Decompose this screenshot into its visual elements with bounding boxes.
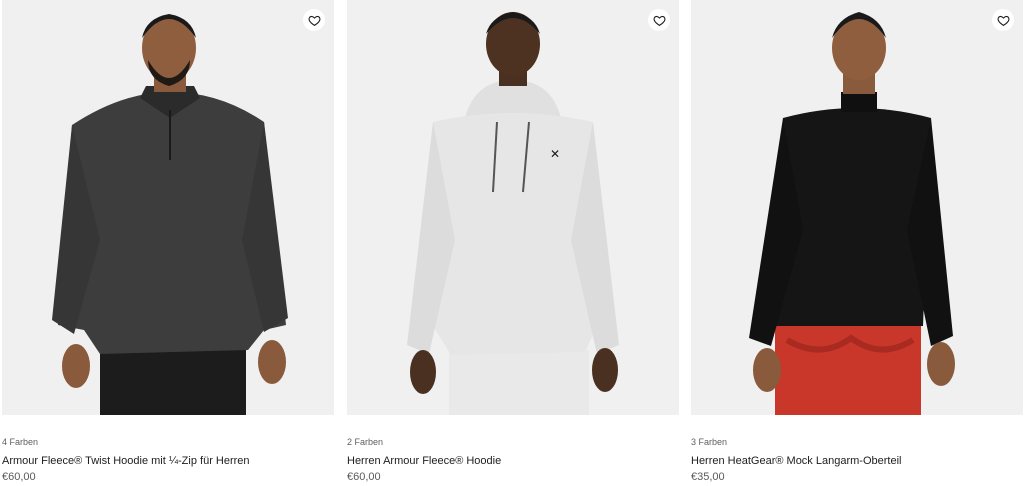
heart-icon bbox=[307, 15, 321, 26]
product-price: €60,00 bbox=[347, 471, 381, 483]
product-photo-quarter-zip-hoodie bbox=[2, 0, 334, 415]
product-photo-mock-longsleeve bbox=[691, 0, 1023, 415]
color-count: 3 Farben bbox=[691, 437, 728, 447]
product-photo-fleece-hoodie: ✕ bbox=[347, 0, 679, 415]
product-title[interactable]: Herren Armour Fleece® Hoodie bbox=[347, 454, 679, 468]
product-title[interactable]: Herren HeatGear® Mock Langarm-Oberteil bbox=[691, 454, 1023, 468]
product-image[interactable]: ✕ bbox=[347, 0, 679, 415]
wishlist-button[interactable] bbox=[303, 9, 325, 31]
wishlist-button[interactable] bbox=[648, 9, 670, 31]
product-image[interactable] bbox=[691, 0, 1023, 415]
color-count: 4 Farben bbox=[2, 437, 39, 447]
product-price: €35,00 bbox=[691, 471, 725, 483]
color-count: 2 Farben bbox=[347, 437, 384, 447]
product-price: €60,00 bbox=[2, 471, 36, 483]
heart-icon bbox=[996, 15, 1010, 26]
product-card[interactable]: 3 Farben Herren HeatGear® Mock Langarm-O… bbox=[691, 0, 1023, 484]
product-card[interactable]: ✕ 2 Farben Herren Armour Fleece® Hoodie … bbox=[347, 0, 679, 484]
product-title[interactable]: Armour Fleece® Twist Hoodie mit ¼-Zip fü… bbox=[2, 454, 334, 468]
wishlist-button[interactable] bbox=[992, 9, 1014, 31]
svg-text:✕: ✕ bbox=[550, 147, 560, 161]
product-image[interactable] bbox=[2, 0, 334, 415]
heart-icon bbox=[652, 15, 666, 26]
product-card[interactable]: 4 Farben Armour Fleece® Twist Hoodie mit… bbox=[2, 0, 334, 484]
